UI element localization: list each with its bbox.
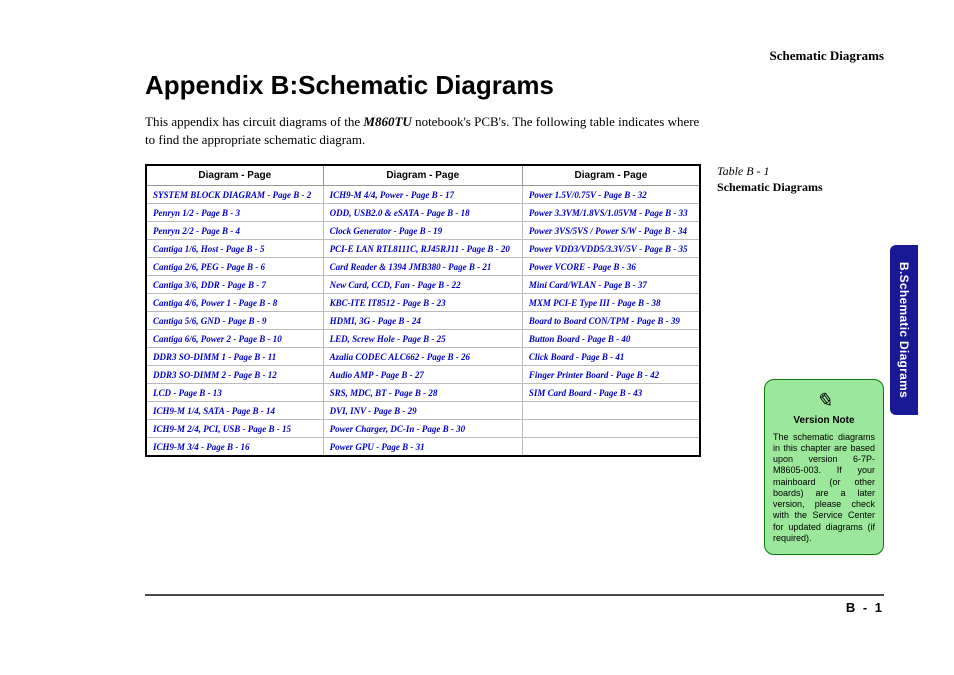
version-note-body: The schematic diagrams in this chapter a…	[773, 432, 875, 545]
intro-model: M860TU	[363, 114, 411, 129]
table-cell: Clock Generator - Page B - 19	[323, 222, 522, 240]
table-cell: Audio AMP - Page B - 27	[323, 366, 522, 384]
table-row: Cantiga 1/6, Host - Page B - 5PCI-E LAN …	[147, 240, 699, 258]
table-row: ICH9-M 3/4 - Page B - 16Power GPU - Page…	[147, 438, 699, 456]
page-footer: B - 1	[145, 594, 884, 615]
table-cell: Cantiga 4/6, Power 1 - Page B - 8	[147, 294, 323, 312]
table-row: SYSTEM BLOCK DIAGRAM - Page B - 2ICH9-M …	[147, 186, 699, 204]
table-cell: Penryn 2/2 - Page B - 4	[147, 222, 323, 240]
table-cell: Cantiga 1/6, Host - Page B - 5	[147, 240, 323, 258]
page-number: B - 1	[145, 600, 884, 615]
table-cell: ODD, USB2.0 & eSATA - Page B - 18	[323, 204, 522, 222]
table-row: ICH9-M 2/4, PCI, USB - Page B - 15Power …	[147, 420, 699, 438]
table-row: Penryn 2/2 - Page B - 4Clock Generator -…	[147, 222, 699, 240]
table-cell: Finger Printer Board - Page B - 42	[522, 366, 699, 384]
table-cell: SIM Card Board - Page B - 43	[522, 384, 699, 402]
table-cell: SYSTEM BLOCK DIAGRAM - Page B - 2	[147, 186, 323, 204]
table-cell: Power 3VS/5VS / Power S/W - Page B - 34	[522, 222, 699, 240]
page-section-label: Schematic Diagrams	[0, 48, 894, 64]
diagrams-table: Diagram - PageDiagram - PageDiagram - Pa…	[147, 166, 699, 455]
version-note-title: Version Note	[773, 415, 875, 426]
intro-paragraph: This appendix has circuit diagrams of th…	[145, 113, 705, 148]
table-cell: Button Board - Page B - 40	[522, 330, 699, 348]
table-cell: ICH9-M 2/4, PCI, USB - Page B - 15	[147, 420, 323, 438]
table-row: DDR3 SO-DIMM 2 - Page B - 12Audio AMP - …	[147, 366, 699, 384]
table-cell: ICH9-M 1/4, SATA - Page B - 14	[147, 402, 323, 420]
table-cell: PCI-E LAN RTL8111C, RJ45RJ11 - Page B - …	[323, 240, 522, 258]
table-cell	[522, 402, 699, 420]
table-cell: Power 3.3VM/1.8VS/1.05VM - Page B - 33	[522, 204, 699, 222]
table-cell: DDR3 SO-DIMM 1 - Page B - 11	[147, 348, 323, 366]
table-row: Cantiga 4/6, Power 1 - Page B - 8KBC-ITE…	[147, 294, 699, 312]
table-row: Cantiga 6/6, Power 2 - Page B - 10LED, S…	[147, 330, 699, 348]
table-cell: SRS, MDC, BT - Page B - 28	[323, 384, 522, 402]
footer-rule	[145, 594, 884, 596]
appendix-title: Appendix B:Schematic Diagrams	[145, 70, 894, 101]
table-cell: Cantiga 2/6, PEG - Page B - 6	[147, 258, 323, 276]
table-caption-label: Table B - 1	[717, 164, 837, 179]
table-cell	[522, 438, 699, 456]
table-header: Diagram - Page	[522, 166, 699, 186]
table-cell: Power VCORE - Page B - 36	[522, 258, 699, 276]
table-cell: Mini Card/WLAN - Page B - 37	[522, 276, 699, 294]
version-note-callout: ✎ Version Note The schematic diagrams in…	[764, 379, 884, 556]
table-cell: LED, Screw Hole - Page B - 25	[323, 330, 522, 348]
table-cell: Card Reader & 1394 JMB380 - Page B - 21	[323, 258, 522, 276]
table-row: Cantiga 5/6, GND - Page B - 9HDMI, 3G - …	[147, 312, 699, 330]
table-cell: LCD - Page B - 13	[147, 384, 323, 402]
table-cell: Power Charger, DC-In - Page B - 30	[323, 420, 522, 438]
table-cell: Cantiga 5/6, GND - Page B - 9	[147, 312, 323, 330]
table-row: Penryn 1/2 - Page B - 3ODD, USB2.0 & eSA…	[147, 204, 699, 222]
pen-icon: ✎	[773, 388, 875, 413]
table-cell: DVI, INV - Page B - 29	[323, 402, 522, 420]
intro-before: This appendix has circuit diagrams of th…	[145, 114, 363, 129]
table-cell: MXM PCI-E Type III - Page B - 38	[522, 294, 699, 312]
table-cell: Click Board - Page B - 41	[522, 348, 699, 366]
main-content: Appendix B:Schematic Diagrams This appen…	[0, 64, 894, 457]
table-cell: Power VDD3/VDD5/3.3V/5V - Page B - 35	[522, 240, 699, 258]
table-caption: Table B - 1 Schematic Diagrams	[717, 164, 837, 195]
table-row: ICH9-M 1/4, SATA - Page B - 14DVI, INV -…	[147, 402, 699, 420]
table-cell: Azalia CODEC ALC662 - Page B - 26	[323, 348, 522, 366]
table-cell: New Card, CCD, Fan - Page B - 22	[323, 276, 522, 294]
table-row: Cantiga 2/6, PEG - Page B - 6Card Reader…	[147, 258, 699, 276]
table-cell: KBC-ITE IT8512 - Page B - 23	[323, 294, 522, 312]
table-cell: DDR3 SO-DIMM 2 - Page B - 12	[147, 366, 323, 384]
table-cell: Cantiga 6/6, Power 2 - Page B - 10	[147, 330, 323, 348]
table-cell: Board to Board CON/TPM - Page B - 39	[522, 312, 699, 330]
table-cell: HDMI, 3G - Page B - 24	[323, 312, 522, 330]
table-cell: ICH9-M 4/4, Power - Page B - 17	[323, 186, 522, 204]
table-cell: ICH9-M 3/4 - Page B - 16	[147, 438, 323, 456]
section-side-tab: B.Schematic Diagrams	[890, 245, 918, 415]
table-cell: Power GPU - Page B - 31	[323, 438, 522, 456]
table-header: Diagram - Page	[147, 166, 323, 186]
table-caption-name: Schematic Diagrams	[717, 179, 837, 195]
table-header: Diagram - Page	[323, 166, 522, 186]
table-cell	[522, 420, 699, 438]
table-row: LCD - Page B - 13SRS, MDC, BT - Page B -…	[147, 384, 699, 402]
table-row: Cantiga 3/6, DDR - Page B - 7New Card, C…	[147, 276, 699, 294]
table-cell: Power 1.5V/0.75V - Page B - 32	[522, 186, 699, 204]
table-row: DDR3 SO-DIMM 1 - Page B - 11Azalia CODEC…	[147, 348, 699, 366]
diagrams-table-wrap: Diagram - PageDiagram - PageDiagram - Pa…	[145, 164, 701, 457]
table-cell: Penryn 1/2 - Page B - 3	[147, 204, 323, 222]
table-cell: Cantiga 3/6, DDR - Page B - 7	[147, 276, 323, 294]
